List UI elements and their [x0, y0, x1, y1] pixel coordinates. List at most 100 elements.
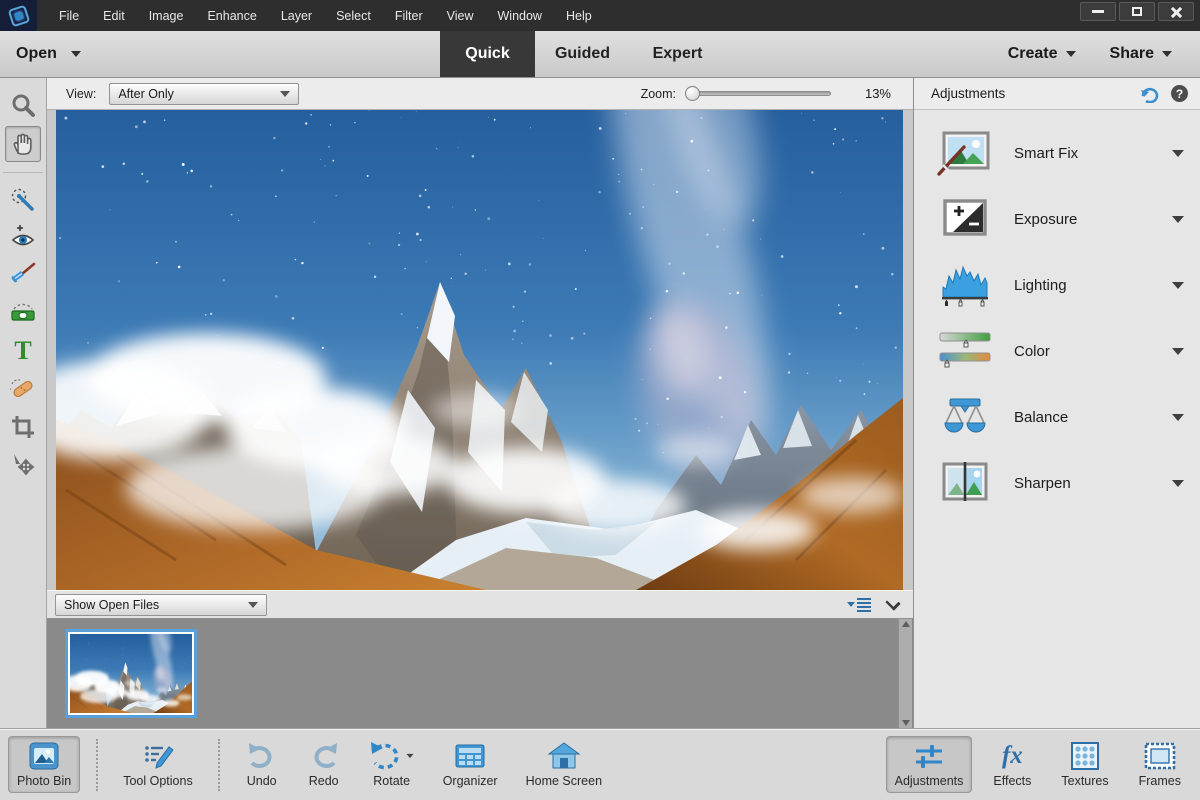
create-button[interactable]: Create: [1008, 45, 1076, 63]
tab-expert[interactable]: Expert: [630, 31, 725, 77]
effects-fx-icon: fx: [1002, 741, 1023, 771]
share-caret-icon: [1162, 51, 1172, 57]
app-logo-icon: [0, 0, 37, 31]
zoom-slider[interactable]: [686, 91, 831, 96]
balance-icon: [936, 392, 994, 442]
photo-bin-header: Show Open Files: [47, 590, 913, 619]
open-button[interactable]: Open: [16, 45, 57, 63]
adjustment-balance[interactable]: Balance: [914, 384, 1200, 450]
taskbar-separator: [218, 739, 220, 791]
rotate-dropdown-caret-icon[interactable]: [406, 754, 413, 758]
image-canvas[interactable]: [47, 110, 913, 590]
bin-panel-menu-icon[interactable]: [847, 598, 871, 612]
view-mode-dropdown[interactable]: After Only: [109, 83, 299, 105]
adjustment-color[interactable]: Color: [914, 318, 1200, 384]
home-icon: [547, 741, 581, 771]
quick-selection-tool[interactable]: [5, 181, 41, 217]
bin-collapse-chevron-icon[interactable]: [885, 595, 900, 610]
menu-edit[interactable]: Edit: [93, 5, 135, 27]
photo-bin: [47, 619, 913, 728]
adjustment-sharpen[interactable]: Sharpen: [914, 450, 1200, 516]
maximize-button[interactable]: [1119, 2, 1155, 21]
scroll-up-icon[interactable]: [902, 621, 910, 627]
color-expand-icon[interactable]: [1172, 348, 1184, 355]
menu-file[interactable]: File: [49, 5, 89, 27]
red-eye-removal-tool[interactable]: [5, 219, 41, 255]
menu-layer[interactable]: Layer: [271, 5, 322, 27]
photo-bin-scrollbar[interactable]: [898, 619, 912, 728]
level-icon: [10, 300, 36, 326]
create-caret-icon: [1066, 51, 1076, 57]
move-tool[interactable]: [5, 447, 41, 483]
bandage-icon: [10, 376, 36, 402]
menu-image[interactable]: Image: [139, 5, 194, 27]
minimize-button[interactable]: [1080, 2, 1116, 21]
zoom-label: Zoom:: [641, 87, 676, 101]
type-tool[interactable]: T: [5, 333, 41, 369]
frames-icon: [1143, 741, 1177, 771]
lighting-expand-icon[interactable]: [1172, 282, 1184, 289]
maximize-icon: [1132, 7, 1142, 16]
close-button[interactable]: [1158, 2, 1194, 21]
menu-filter[interactable]: Filter: [385, 5, 433, 27]
exposure-expand-icon[interactable]: [1172, 216, 1184, 223]
adjustments-icon: [912, 741, 946, 771]
open-photo: [56, 110, 903, 590]
textures-tab-button[interactable]: Textures: [1052, 736, 1117, 793]
tool-palette: T: [0, 78, 47, 728]
undo-button[interactable]: Undo: [236, 736, 288, 793]
undo-icon: [245, 741, 279, 771]
lighting-icon: [936, 260, 994, 310]
menu-window[interactable]: Window: [488, 5, 552, 27]
adjustments-panel: Adjustments ? Smart Fix Exposure: [913, 78, 1200, 728]
tool-options-icon: [141, 741, 175, 771]
open-dropdown-caret-icon[interactable]: [71, 51, 81, 57]
show-open-files-dropdown[interactable]: Show Open Files: [55, 594, 267, 616]
minimize-icon: [1092, 10, 1104, 13]
straighten-tool[interactable]: [5, 295, 41, 331]
crop-tool[interactable]: [5, 409, 41, 445]
tab-quick[interactable]: Quick: [440, 31, 535, 77]
menu-view[interactable]: View: [437, 5, 484, 27]
rotate-button[interactable]: Rotate: [360, 736, 424, 793]
redo-button[interactable]: Redo: [298, 736, 350, 793]
adjustment-label: Smart Fix: [1014, 145, 1078, 162]
whiten-brush-icon: [10, 262, 36, 288]
sharpen-expand-icon[interactable]: [1172, 480, 1184, 487]
organizer-button[interactable]: Organizer: [434, 736, 507, 793]
menu-help[interactable]: Help: [556, 5, 602, 27]
frames-tab-button[interactable]: Frames: [1130, 736, 1190, 793]
hand-tool[interactable]: [5, 126, 41, 162]
redo-icon: [307, 741, 341, 771]
photo-thumbnail[interactable]: [65, 629, 197, 718]
share-button[interactable]: Share: [1110, 45, 1172, 63]
menu-bar: File Edit Image Enhance Layer Select Fil…: [0, 0, 1200, 31]
adjustments-tab-button[interactable]: Adjustments: [886, 736, 973, 793]
color-icon: [936, 326, 994, 376]
adjustment-label: Sharpen: [1014, 475, 1071, 492]
menu-select[interactable]: Select: [326, 5, 381, 27]
whiten-teeth-tool[interactable]: [5, 257, 41, 293]
effects-tab-button[interactable]: fx Effects: [984, 736, 1040, 793]
rotate-icon: [369, 741, 403, 771]
balance-expand-icon[interactable]: [1172, 414, 1184, 421]
adjustment-lighting[interactable]: Lighting: [914, 252, 1200, 318]
quick-selection-icon: [10, 186, 36, 212]
help-icon[interactable]: ?: [1171, 85, 1188, 102]
scroll-down-icon[interactable]: [902, 720, 910, 726]
tool-options-button[interactable]: Tool Options: [114, 736, 201, 793]
adjustment-exposure[interactable]: Exposure: [914, 186, 1200, 252]
menu-enhance[interactable]: Enhance: [197, 5, 266, 27]
smart-fix-icon: [936, 128, 994, 178]
reset-icon[interactable]: [1139, 85, 1161, 103]
adjustment-smart-fix[interactable]: Smart Fix: [914, 120, 1200, 186]
smart-fix-expand-icon[interactable]: [1172, 150, 1184, 157]
tab-guided[interactable]: Guided: [535, 31, 630, 77]
toolbar-separator: [3, 172, 43, 173]
spot-healing-tool[interactable]: [5, 371, 41, 407]
organizer-icon: [453, 741, 487, 771]
photo-bin-button[interactable]: Photo Bin: [8, 736, 80, 793]
zoom-slider-handle[interactable]: [685, 86, 700, 101]
zoom-tool[interactable]: [5, 88, 41, 124]
home-screen-button[interactable]: Home Screen: [517, 736, 611, 793]
